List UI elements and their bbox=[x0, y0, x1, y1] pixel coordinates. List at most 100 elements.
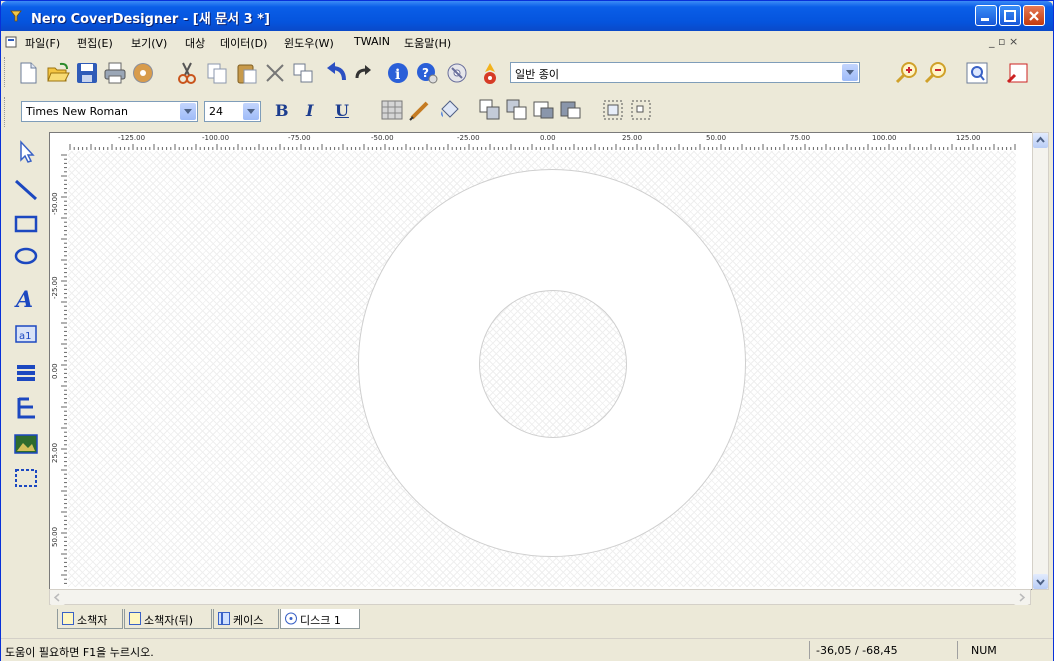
ungroup-button[interactable] bbox=[628, 97, 654, 123]
chevron-down-icon[interactable] bbox=[180, 103, 196, 120]
mdi-controls[interactable]: _ ▫ × bbox=[989, 35, 1018, 48]
send-back-icon bbox=[506, 99, 527, 120]
disc-print-button[interactable] bbox=[477, 60, 503, 86]
font-name-select[interactable]: Times New Roman bbox=[21, 101, 198, 122]
minimize-button[interactable] bbox=[975, 5, 997, 26]
tool-palette: A a1 bbox=[9, 135, 43, 495]
rectangle-tool[interactable] bbox=[13, 211, 39, 237]
burn-button[interactable] bbox=[130, 60, 156, 86]
undo-button[interactable] bbox=[324, 60, 350, 86]
new-icon bbox=[20, 62, 37, 84]
menu-target[interactable]: 대상 bbox=[185, 35, 205, 51]
underline-button[interactable]: U bbox=[335, 101, 349, 120]
help-button[interactable]: ? bbox=[414, 60, 440, 86]
paper-type-select[interactable]: 일반 종이 bbox=[510, 62, 860, 83]
zoom-out-button[interactable] bbox=[923, 60, 949, 86]
paste-button[interactable] bbox=[234, 60, 260, 86]
tab-booklet-back[interactable]: 소책자(뒤) bbox=[124, 609, 212, 629]
frame-icon bbox=[15, 469, 37, 487]
workspace[interactable] bbox=[68, 151, 1016, 587]
menu-data[interactable]: 데이터(D) bbox=[220, 35, 267, 51]
text-tool[interactable]: A bbox=[13, 285, 39, 313]
vertical-scrollbar[interactable] bbox=[1032, 132, 1049, 590]
line-tool[interactable] bbox=[13, 177, 39, 203]
frame-tool[interactable] bbox=[13, 465, 39, 491]
minimize-icon bbox=[981, 18, 989, 21]
pen-button[interactable] bbox=[407, 97, 433, 123]
menu-help[interactable]: 도움말(H) bbox=[404, 35, 451, 51]
status-coordinates: -36,05 / -68,45 bbox=[816, 644, 898, 657]
menu-window[interactable]: 윈도우(W) bbox=[284, 35, 334, 51]
paste-icon bbox=[237, 64, 257, 84]
line-icon bbox=[14, 179, 38, 201]
zoom-fit-icon bbox=[966, 62, 988, 84]
open-button[interactable] bbox=[45, 60, 71, 86]
cut-button[interactable] bbox=[174, 60, 200, 86]
design-canvas[interactable]: -125.00 -100.00 -75.00 -50.00 -25.00 0.0… bbox=[49, 132, 1033, 590]
close-button[interactable] bbox=[1023, 5, 1045, 26]
duplicate-button[interactable] bbox=[290, 60, 316, 86]
fill-bucket-button[interactable] bbox=[437, 97, 463, 123]
maximize-button[interactable] bbox=[999, 5, 1021, 26]
properties-button[interactable] bbox=[444, 60, 470, 86]
zoom-out-icon bbox=[924, 62, 946, 84]
tab-booklet[interactable]: 소책자 bbox=[57, 609, 123, 629]
case-icon bbox=[218, 612, 230, 625]
menu-edit[interactable]: 편집(E) bbox=[77, 35, 113, 51]
copy-button[interactable] bbox=[204, 60, 230, 86]
delete-button[interactable] bbox=[262, 60, 288, 86]
disc-icon bbox=[285, 612, 297, 625]
rectangle-icon bbox=[14, 215, 38, 233]
tab-disc-1[interactable]: 디스크 1 bbox=[280, 609, 360, 629]
backward-button[interactable] bbox=[558, 97, 584, 123]
menu-twain[interactable]: TWAIN bbox=[354, 35, 390, 48]
bring-front-button[interactable] bbox=[477, 97, 503, 123]
zoom-page-button[interactable] bbox=[1005, 60, 1031, 86]
forward-button[interactable] bbox=[531, 97, 557, 123]
scroll-right-button[interactable] bbox=[1014, 590, 1029, 605]
fill-bucket-icon bbox=[441, 100, 459, 118]
help-icon: ? bbox=[417, 63, 438, 84]
select-tool[interactable] bbox=[13, 139, 39, 165]
toolbar-grip[interactable] bbox=[4, 97, 8, 127]
fill-pattern-button[interactable] bbox=[379, 97, 405, 123]
tree-tool[interactable] bbox=[13, 395, 39, 421]
disc-label-area[interactable] bbox=[358, 169, 746, 557]
chevron-down-icon[interactable] bbox=[243, 103, 259, 120]
bold-button[interactable]: B bbox=[275, 101, 289, 120]
bring-front-icon bbox=[479, 99, 500, 120]
info-button[interactable]: i bbox=[385, 60, 411, 86]
tab-case[interactable]: 케이스 bbox=[213, 609, 279, 629]
field-tool[interactable]: a1 bbox=[13, 321, 39, 347]
forward-icon bbox=[533, 101, 554, 119]
title-bar[interactable]: Nero CoverDesigner - [새 문서 3 *] bbox=[1, 1, 1053, 31]
zoom-in-button[interactable] bbox=[894, 60, 920, 86]
send-back-button[interactable] bbox=[504, 97, 530, 123]
list-tool[interactable] bbox=[13, 361, 39, 387]
scroll-left-button[interactable] bbox=[50, 590, 65, 605]
italic-button[interactable]: I bbox=[306, 101, 313, 120]
ungroup-icon bbox=[631, 100, 651, 120]
document-icon[interactable] bbox=[5, 36, 17, 48]
paper-type-value: 일반 종이 bbox=[515, 68, 559, 81]
chevron-up-icon bbox=[1036, 136, 1045, 143]
pen-icon bbox=[409, 101, 429, 121]
image-tool[interactable] bbox=[13, 431, 39, 457]
toolbar-grip[interactable] bbox=[4, 57, 8, 87]
horizontal-scrollbar[interactable] bbox=[49, 589, 1031, 605]
new-button[interactable] bbox=[15, 60, 41, 86]
save-button[interactable] bbox=[74, 60, 100, 86]
disc-print-icon bbox=[484, 63, 496, 84]
menu-view[interactable]: 보기(V) bbox=[131, 35, 167, 51]
ellipse-tool[interactable] bbox=[13, 243, 39, 269]
svg-text:a1: a1 bbox=[19, 331, 32, 342]
font-size-select[interactable]: 24 bbox=[204, 101, 261, 122]
chevron-down-icon[interactable] bbox=[842, 64, 858, 81]
scroll-down-button[interactable] bbox=[1033, 574, 1048, 589]
zoom-fit-button[interactable] bbox=[964, 60, 990, 86]
print-button[interactable] bbox=[102, 60, 128, 86]
menu-file[interactable]: 파일(F) bbox=[25, 35, 60, 51]
scroll-up-button[interactable] bbox=[1033, 133, 1048, 148]
redo-button[interactable] bbox=[351, 60, 377, 86]
group-button[interactable] bbox=[600, 97, 626, 123]
